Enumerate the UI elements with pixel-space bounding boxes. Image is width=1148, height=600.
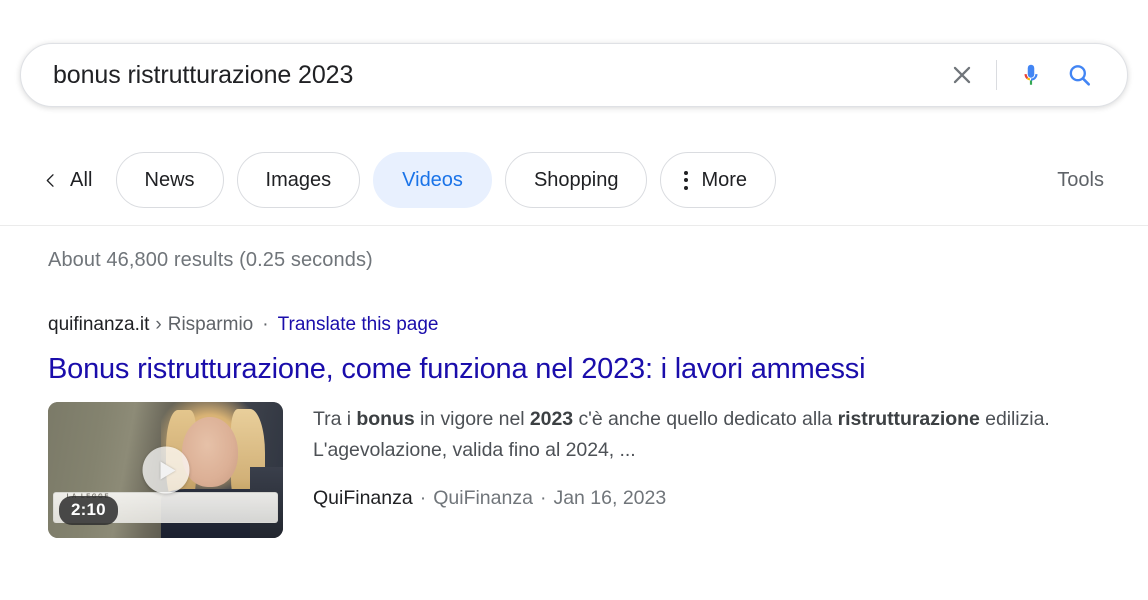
breadcrumb-domain: quifinanza.it [48, 314, 150, 335]
result-meta: QuiFinanza · QuiFinanza · Jan 16, 2023 [313, 484, 1108, 512]
filter-tab-videos-label: Videos [402, 168, 463, 191]
snippet-bold-1: bonus [356, 408, 415, 430]
filter-tab-news[interactable]: News [115, 152, 224, 208]
magnifier-icon [1069, 64, 1090, 86]
search-bar-divider [996, 60, 997, 90]
filter-all[interactable]: All [42, 169, 93, 192]
meta-channel: QuiFinanza [433, 487, 533, 509]
header-divider [0, 225, 1148, 226]
result-body: LA LEGGE 2:10 Tra i bonus in vigore nel … [48, 402, 1108, 538]
result-stats: About 46,800 results (0.25 seconds) [48, 249, 373, 271]
clear-search-button[interactable] [938, 51, 986, 99]
snippet-part-1: Tra i [313, 408, 357, 430]
snippet-bold-2: 2023 [529, 408, 574, 430]
search-bar-icons [938, 51, 1103, 99]
meta-source: QuiFinanza [313, 487, 413, 509]
filter-tab-images-label: Images [265, 168, 332, 191]
voice-search-button[interactable] [1007, 51, 1055, 99]
result-title-link[interactable]: Bonus ristrutturazione, come funziona ne… [48, 350, 1108, 388]
video-thumbnail[interactable]: LA LEGGE 2:10 [48, 402, 283, 538]
snippet-part-2: in vigore nel [414, 408, 530, 430]
breadcrumb[interactable]: quifinanza.it › Risparmio · Translate th… [48, 311, 1108, 339]
translate-page-link[interactable]: Translate this page [278, 311, 439, 339]
play-button[interactable] [142, 446, 189, 494]
filter-all-label: All [70, 168, 93, 191]
filter-tab-news-label: News [144, 168, 195, 191]
filter-tab-more-label: More [701, 168, 748, 191]
thumbnail-subject-face [181, 416, 238, 487]
search-bar-container [20, 43, 1128, 107]
play-triangle-icon [160, 461, 176, 479]
filter-tab-videos[interactable]: Videos [373, 152, 492, 208]
search-submit-button[interactable] [1055, 51, 1103, 99]
more-vertical-icon [684, 170, 689, 190]
filter-tab-more[interactable]: More [660, 152, 777, 208]
breadcrumb-separator: › [155, 314, 162, 335]
meta-date: Jan 16, 2023 [553, 487, 667, 509]
search-result-item: quifinanza.it › Risparmio · Translate th… [48, 311, 1108, 538]
close-x-icon [953, 66, 971, 84]
meta-dot-2: · [539, 487, 547, 509]
snippet-part-3: c'è anche quello dedicato alla [573, 408, 838, 430]
filter-tab-shopping-label: Shopping [533, 168, 619, 191]
search-filters-bar: All News Images Videos Shopping More Too… [0, 135, 1148, 225]
microphone-icon [1024, 64, 1038, 85]
chevron-left-icon [46, 173, 54, 187]
filter-tab-shopping[interactable]: Shopping [504, 152, 648, 208]
filter-tab-images[interactable]: Images [236, 152, 361, 208]
search-bar[interactable] [20, 43, 1128, 107]
search-results-page: All News Images Videos Shopping More Too… [0, 0, 1148, 600]
meta-dot-1: · [419, 487, 427, 509]
video-duration-badge: 2:10 [59, 496, 118, 525]
breadcrumb-middot: · [262, 314, 269, 335]
snippet-column: Tra i bonus in vigore nel 2023 c'è anche… [313, 402, 1108, 538]
tools-button[interactable]: Tools [1057, 169, 1108, 192]
result-snippet: Tra i bonus in vigore nel 2023 c'è anche… [313, 404, 1108, 466]
search-input[interactable] [53, 60, 938, 90]
breadcrumb-path: Risparmio [167, 314, 254, 335]
snippet-bold-3: ristrutturazione [837, 408, 980, 430]
